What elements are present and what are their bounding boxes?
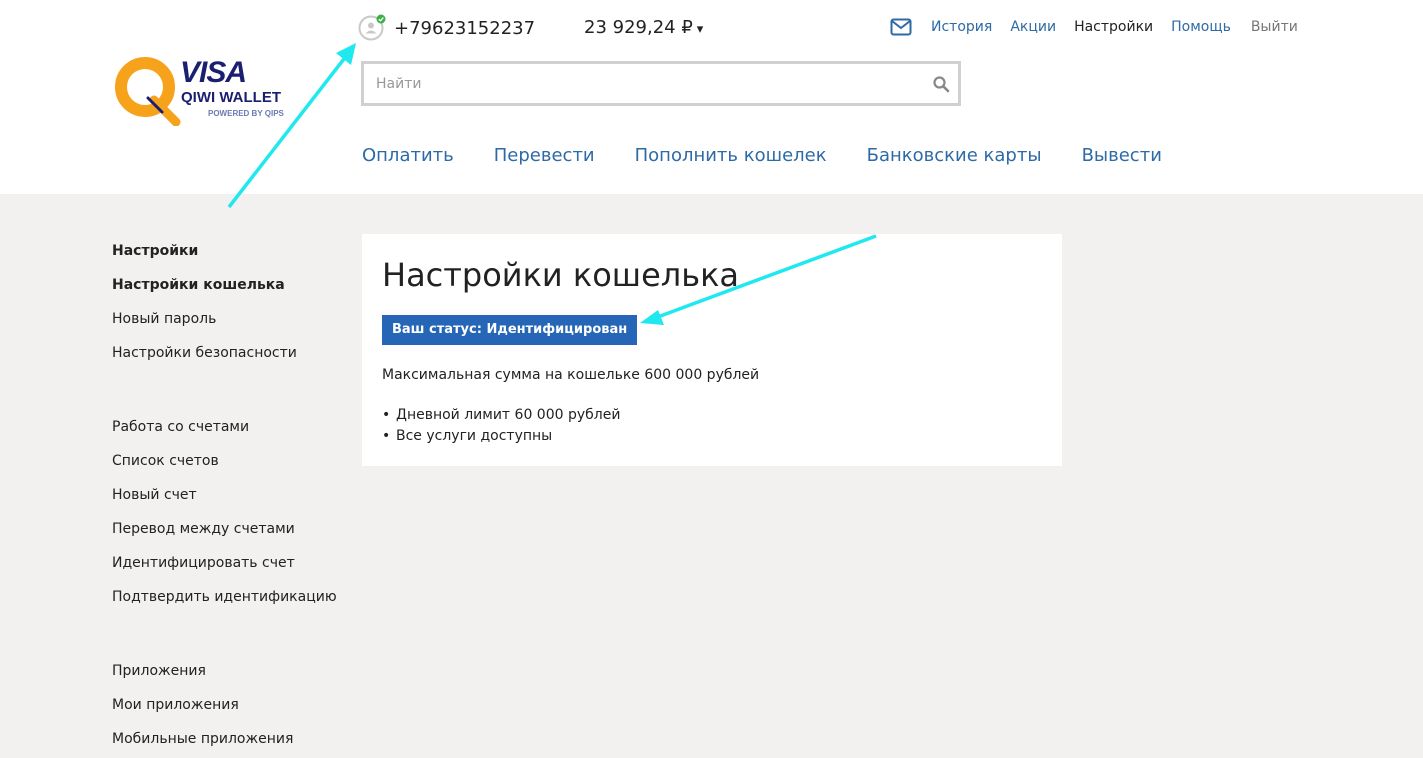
mail-icon[interactable] — [890, 18, 912, 36]
top-link-promotions[interactable]: Акции — [1010, 19, 1056, 35]
wallet-settings-panel: Настройки кошелька Ваш статус: Идентифиц… — [362, 234, 1062, 466]
list-item: Все услуги доступны — [382, 426, 620, 447]
sidebar-heading-settings: Настройки — [112, 243, 199, 259]
top-links: История Акции Настройки Помощь Выйти — [890, 16, 1298, 38]
balance-dropdown[interactable]: 23 929,24 ₽ ▾ — [584, 16, 703, 42]
top-link-help[interactable]: Помощь — [1171, 19, 1231, 35]
nav-bank-cards[interactable]: Банковские карты — [867, 144, 1042, 168]
qiwi-q-logo-icon — [115, 57, 181, 126]
logo-visa-text: VISA — [180, 56, 247, 89]
sidebar-item-identify-account[interactable]: Идентифицировать счет — [112, 552, 352, 586]
nav-pay[interactable]: Оплатить — [362, 144, 454, 168]
balance-amount: 23 929,24 ₽ — [584, 17, 693, 38]
status-badge: Ваш статус: Идентифицирован — [382, 315, 638, 345]
sidebar-item-new-account[interactable]: Новый счет — [112, 484, 352, 518]
sidebar-item-security-settings[interactable]: Настройки безопасности — [112, 342, 352, 376]
sidebar-item-new-password[interactable]: Новый пароль — [112, 308, 352, 342]
logout-link[interactable]: Выйти — [1251, 19, 1298, 35]
nav-top-up-wallet[interactable]: Пополнить кошелек — [635, 144, 827, 168]
sidebar-item-mobile-apps[interactable]: Мобильные приложения — [112, 728, 352, 758]
limits-list: Дневной лимит 60 000 рублей Все услуги д… — [382, 405, 620, 447]
sidebar-heading-applications[interactable]: Приложения — [112, 660, 352, 694]
settings-sidebar: Настройки Настройки кошелька Новый парол… — [112, 240, 352, 758]
max-wallet-sum-text: Максимальная сумма на кошельке 600 000 р… — [382, 367, 760, 383]
header: VISA QIWI WALLET POWERED BY QIPS +796231… — [0, 0, 1423, 194]
sidebar-item-confirm-identification[interactable]: Подтвердить идентификацию — [112, 586, 352, 620]
nav-transfer[interactable]: Перевести — [494, 144, 595, 168]
list-item: Дневной лимит 60 000 рублей — [382, 405, 620, 426]
sidebar-item-account-list[interactable]: Список счетов — [112, 450, 352, 484]
top-link-history[interactable]: История — [931, 19, 992, 35]
sidebar-item-my-apps[interactable]: Мои приложения — [112, 694, 352, 728]
logo-powered-by-text: POWERED BY QIPS — [208, 109, 284, 118]
nav-withdraw[interactable]: Вывести — [1082, 144, 1162, 168]
search-icon[interactable] — [932, 75, 950, 93]
search-input[interactable] — [376, 72, 916, 96]
sidebar-item-wallet-settings[interactable]: Настройки кошелька — [112, 274, 352, 308]
page-title: Настройки кошелька — [382, 256, 740, 294]
sidebar-item-transfer-between-accounts[interactable]: Перевод между счетами — [112, 518, 352, 552]
chevron-down-icon: ▾ — [696, 22, 704, 37]
sidebar-heading-accounts[interactable]: Работа со счетами — [112, 416, 352, 450]
search-box — [361, 61, 961, 106]
user-phone-number[interactable]: +79623152237 — [394, 17, 535, 41]
qiwi-visa-logo[interactable]: VISA QIWI WALLET POWERED BY QIPS — [114, 56, 294, 126]
verified-user-icon[interactable] — [358, 14, 386, 42]
main-nav: Оплатить Перевести Пополнить кошелек Бан… — [362, 144, 1202, 168]
top-link-settings[interactable]: Настройки — [1074, 19, 1153, 35]
logo-qiwi-wallet-text: QIWI WALLET — [181, 89, 281, 106]
